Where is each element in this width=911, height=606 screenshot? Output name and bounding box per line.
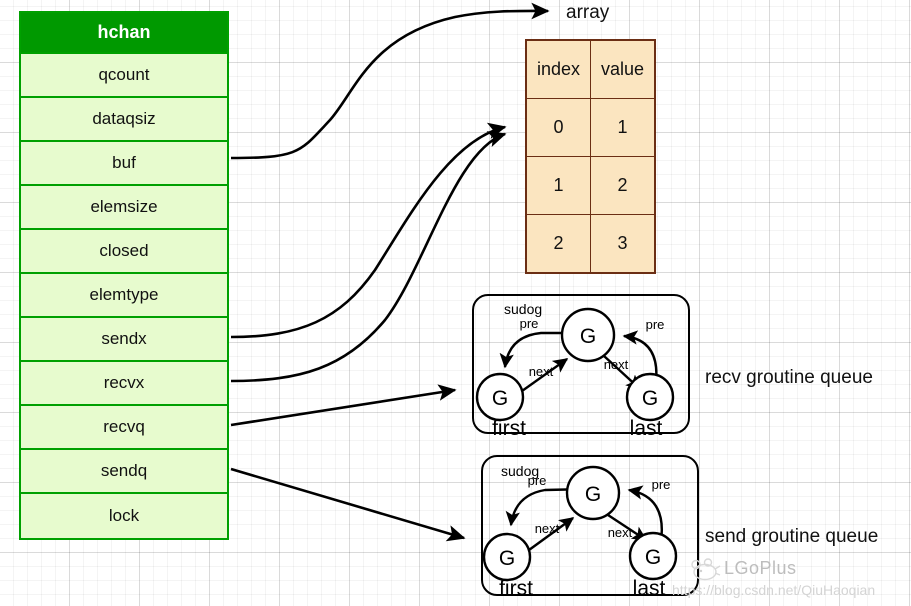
watermark: LGoPlus https://blog.csdn.net/QiuHaoqian bbox=[672, 556, 911, 602]
table-row-header: index value bbox=[525, 39, 656, 99]
hchan-struct-table: hchan qcount dataqsiz buf elemsize close… bbox=[19, 11, 229, 540]
send-node-last-glyph: G bbox=[645, 546, 661, 569]
send-edge-label-pre-1: pre bbox=[528, 473, 547, 488]
watermark-url: https://blog.csdn.net/QiuHaoqian bbox=[672, 582, 876, 598]
recv-queue-label: recv groutine queue bbox=[705, 367, 873, 388]
recv-queue-graph: sudog pre next next pre G first G G last bbox=[475, 301, 675, 440]
recv-node-first-caption: first bbox=[492, 417, 526, 440]
recv-edge-label-next-1: next bbox=[529, 364, 554, 379]
send-queue-graph: sudog pre next next pre G first G G last bbox=[482, 463, 678, 600]
recv-sudog-label: sudog bbox=[504, 301, 542, 317]
hchan-field-elemtype: elemtype bbox=[21, 274, 227, 318]
send-edge-label-next-1: next bbox=[535, 521, 560, 536]
table-row: 0 1 bbox=[525, 98, 656, 157]
array-cell-value-1: 2 bbox=[590, 156, 656, 215]
array-cell-value-2: 3 bbox=[590, 214, 656, 274]
recv-node-last-caption: last bbox=[630, 417, 663, 440]
connector-sendx-to-array-row0 bbox=[230, 122, 507, 339]
table-row: 1 2 bbox=[525, 156, 656, 215]
send-node-last-caption: last bbox=[633, 577, 666, 600]
hchan-field-recvq: recvq bbox=[21, 406, 227, 450]
send-queue-label: send groutine queue bbox=[705, 526, 879, 547]
array-cell-index-0: 0 bbox=[525, 98, 591, 157]
recv-edge-label-pre-1: pre bbox=[520, 316, 539, 331]
watermark-brand: LGoPlus bbox=[724, 558, 797, 578]
send-node-first-glyph: G bbox=[499, 547, 515, 570]
array-cell-index-1: 1 bbox=[525, 156, 591, 215]
array-col-index: index bbox=[525, 39, 591, 99]
send-node-first-caption: first bbox=[499, 577, 533, 600]
table-row: 2 3 bbox=[525, 214, 656, 274]
hchan-field-recvx: recvx bbox=[21, 362, 227, 406]
send-node-middle-glyph: G bbox=[585, 483, 601, 506]
connector-sendq-to-send-queue bbox=[230, 467, 466, 542]
hchan-title: hchan bbox=[21, 13, 227, 54]
send-queue-box: sudog pre next next pre G first G G last bbox=[481, 455, 699, 600]
hchan-field-sendq: sendq bbox=[21, 450, 227, 494]
hchan-field-elemsize: elemsize bbox=[21, 186, 227, 230]
connector-recvq-to-recv-queue bbox=[230, 384, 457, 427]
hchan-field-dataqsiz: dataqsiz bbox=[21, 98, 227, 142]
recv-node-middle-glyph: G bbox=[580, 325, 596, 348]
array-col-value: value bbox=[590, 39, 656, 99]
recv-node-first-glyph: G bbox=[492, 387, 508, 410]
recv-edge-label-pre-2: pre bbox=[646, 317, 665, 332]
hchan-field-lock: lock bbox=[21, 494, 227, 538]
array-cell-index-2: 2 bbox=[525, 214, 591, 274]
array-label: array bbox=[566, 2, 610, 23]
hchan-field-qcount: qcount bbox=[21, 54, 227, 98]
array-table: index value 0 1 1 2 2 3 bbox=[525, 39, 656, 274]
connector-buf-to-array bbox=[230, 2, 550, 160]
recv-edge-label-next-2: next bbox=[604, 357, 629, 372]
array-cell-value-0: 1 bbox=[590, 98, 656, 157]
send-edge-label-pre-2: pre bbox=[652, 477, 671, 492]
recv-node-last-glyph: G bbox=[642, 387, 658, 410]
recv-queue-box: sudog pre next next pre G first G G last bbox=[472, 294, 690, 440]
connector-recvx-to-array-row0 bbox=[230, 131, 507, 383]
send-edge-label-next-2: next bbox=[608, 525, 633, 540]
hchan-field-closed: closed bbox=[21, 230, 227, 274]
hchan-field-sendx: sendx bbox=[21, 318, 227, 362]
hchan-field-buf: buf bbox=[21, 142, 227, 186]
diagram-canvas: hchan qcount dataqsiz buf elemsize close… bbox=[0, 0, 911, 606]
